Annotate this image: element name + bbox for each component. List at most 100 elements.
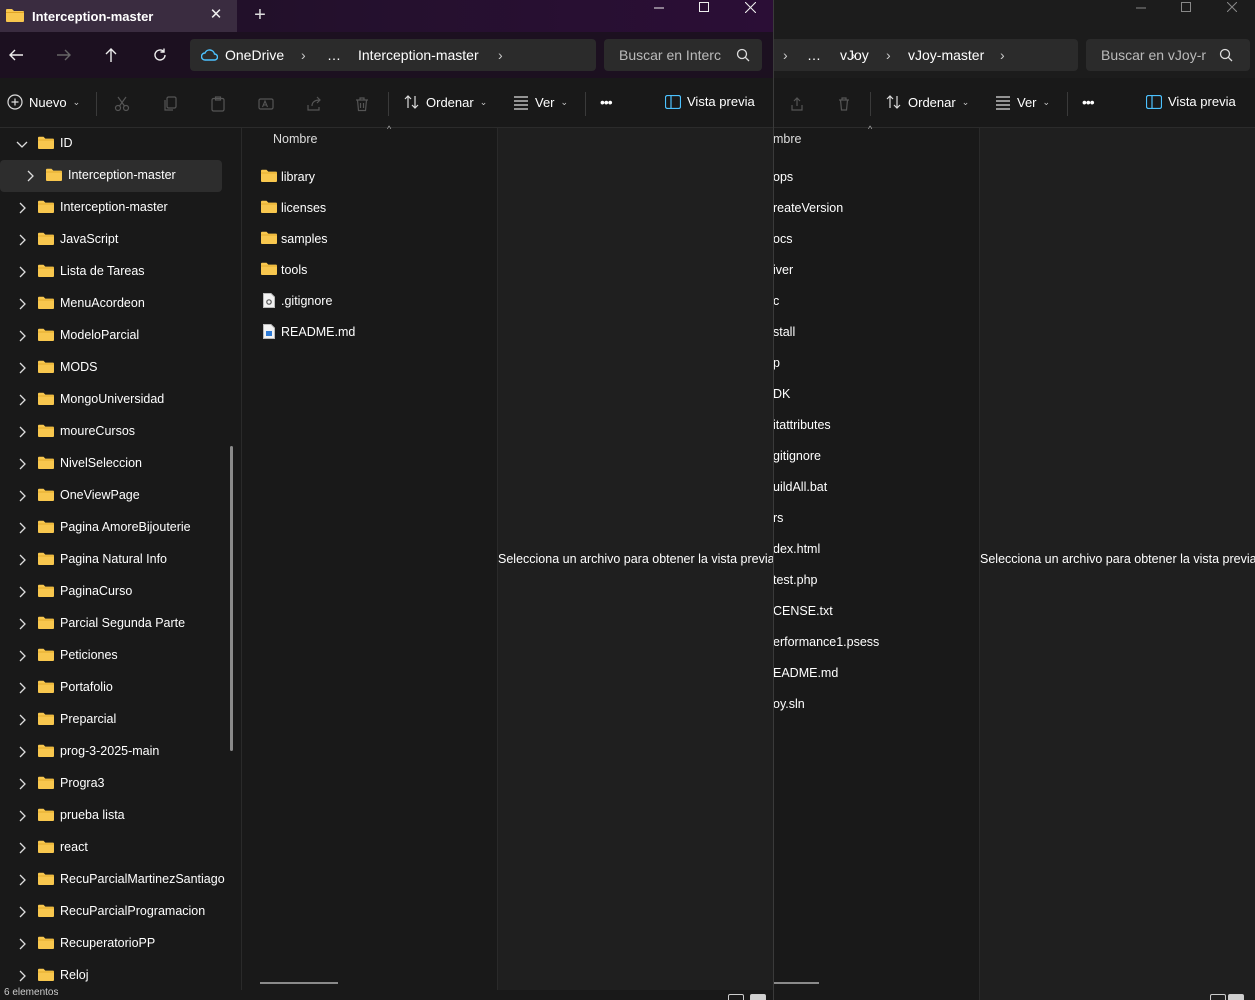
tiles-view-icon[interactable] [750, 994, 766, 1000]
chevron-right-icon[interactable] [23, 169, 37, 183]
back-sort-button[interactable]: Ordenar ⌄ [886, 94, 969, 110]
search-input[interactable]: Buscar en Interc [604, 39, 762, 71]
more-options-button[interactable]: ••• [600, 94, 613, 110]
forward-arrow-icon[interactable] [52, 44, 76, 66]
chevron-right-icon[interactable] [15, 937, 29, 951]
chevron-right-icon[interactable] [15, 329, 29, 343]
sidebar-item-recuparcialprogramacion[interactable]: RecuParcialProgramacion [0, 896, 222, 928]
back-view-button[interactable]: Ver ⌄ [995, 94, 1050, 110]
view-button[interactable]: Ver ⌄ [513, 94, 568, 110]
chevron-right-icon[interactable] [15, 745, 29, 759]
sidebar-item-prueba-lista[interactable]: prueba lista [0, 800, 222, 832]
back-file-row[interactable]: erformance1.psess [773, 628, 973, 659]
tab-interception-master[interactable]: Interception-master ✕ [0, 0, 237, 32]
close-tab-icon[interactable]: ✕ [207, 6, 225, 24]
sidebar-item-modeloparcial[interactable]: ModeloParcial [0, 320, 222, 352]
chevron-right-icon[interactable] [15, 713, 29, 727]
sidebar-item-nivelseleccion[interactable]: NivelSeleccion [0, 448, 222, 480]
up-arrow-icon[interactable] [99, 44, 123, 66]
chevron-right-icon[interactable] [15, 393, 29, 407]
back-address-bar[interactable]: › … › vJoy › vJoy-master › [773, 39, 1078, 71]
back-more-options-button[interactable]: ••• [1082, 94, 1095, 110]
back-file-row[interactable]: p [773, 349, 973, 380]
sidebar-item-recuperatoriopp[interactable]: RecuperatorioPP [0, 928, 222, 960]
chevron-right-icon[interactable] [15, 457, 29, 471]
address-bar[interactable]: OneDrive › … Interception-master › [190, 39, 596, 71]
chevron-right-icon[interactable] [15, 585, 29, 599]
back-horizontal-scrollbar[interactable] [773, 982, 819, 984]
back-file-row[interactable]: stall [773, 318, 973, 349]
chevron-right-icon[interactable] [15, 489, 29, 503]
back-file-row[interactable]: CENSE.txt [773, 597, 973, 628]
sidebar-item-react[interactable]: react [0, 832, 222, 864]
back-maximize-button[interactable] [1163, 0, 1209, 14]
chevron-right-icon[interactable] [15, 425, 29, 439]
chevron-right-icon[interactable] [15, 969, 29, 983]
chevron-right-icon[interactable] [15, 681, 29, 695]
chevron-right-icon[interactable] [15, 297, 29, 311]
file-row[interactable]: library [260, 163, 490, 194]
sidebar-item-progra3[interactable]: Progra3 [0, 768, 222, 800]
back-file-row[interactable]: c [773, 287, 973, 318]
back-file-row[interactable]: ocs [773, 225, 973, 256]
back-file-row[interactable]: uildAll.bat [773, 473, 973, 504]
chevron-right-icon[interactable] [15, 905, 29, 919]
sidebar-item-mongouniversidad[interactable]: MongoUniversidad [0, 384, 222, 416]
sidebar-item-lista-de-tareas[interactable]: Lista de Tareas [0, 256, 222, 288]
chevron-right-icon[interactable] [15, 265, 29, 279]
chevron-down-icon[interactable] [15, 137, 29, 151]
new-button[interactable]: Nuevo ⌄ [7, 94, 80, 110]
cut-icon[interactable] [112, 94, 132, 114]
sidebar-item-pagina-natural-info[interactable]: Pagina Natural Info [0, 544, 222, 576]
back-file-row[interactable]: gitignore [773, 442, 973, 473]
close-button[interactable] [727, 0, 773, 14]
chevron-right-icon[interactable] [15, 233, 29, 247]
copy-icon[interactable] [160, 94, 180, 114]
chevron-right-icon[interactable] [15, 873, 29, 887]
back-file-row[interactable]: DK [773, 380, 973, 411]
sidebar-item-recuparcialmartinezsantiago[interactable]: RecuParcialMartinezSantiago [0, 864, 225, 896]
sidebar-item-pagina-amorebijouterie[interactable]: Pagina AmoreBijouterie [0, 512, 222, 544]
file-row[interactable]: samples [260, 225, 490, 256]
back-preview-pane-button[interactable]: Vista previa [1146, 94, 1236, 109]
minimize-button[interactable] [636, 0, 682, 14]
back-file-row[interactable]: test.php [773, 566, 973, 597]
sidebar-item-id[interactable]: ID [0, 128, 222, 160]
chevron-right-icon[interactable] [15, 617, 29, 631]
breadcrumb-ellipsis[interactable]: … [327, 47, 342, 63]
share-icon[interactable] [304, 94, 324, 114]
back-file-row[interactable]: iver [773, 256, 973, 287]
chevron-right-icon[interactable] [15, 777, 29, 791]
preview-pane-button[interactable]: Vista previa [665, 94, 755, 109]
back-file-row[interactable]: dex.html [773, 535, 973, 566]
sidebar-item-menuacordeon[interactable]: MenuAcordeon [0, 288, 222, 320]
sidebar-item-preparcial[interactable]: Preparcial [0, 704, 222, 736]
sidebar-item-mods[interactable]: MODS [0, 352, 222, 384]
sidebar-item-prog-3-2025-main[interactable]: prog-3-2025-main [0, 736, 222, 768]
column-name-header[interactable]: Nombre [273, 132, 317, 146]
maximize-button[interactable] [681, 0, 727, 14]
back-arrow-icon[interactable] [4, 44, 28, 66]
file-row[interactable]: .gitignore [260, 287, 490, 318]
chevron-right-icon[interactable] [15, 649, 29, 663]
refresh-icon[interactable] [148, 44, 172, 66]
back-file-row[interactable]: reateVersion [773, 194, 973, 225]
sidebar-item-javascript[interactable]: JavaScript [0, 224, 222, 256]
back-breadcrumb-vjoy[interactable]: vJoy [840, 47, 869, 63]
navigation-scrollbar[interactable] [230, 446, 233, 751]
tiles-view-icon[interactable] [1228, 994, 1244, 1000]
chevron-right-icon[interactable] [15, 521, 29, 535]
details-view-icon[interactable] [1210, 994, 1226, 1000]
file-row[interactable]: licenses [260, 194, 490, 225]
share-icon[interactable] [787, 94, 807, 114]
chevron-right-icon[interactable] [15, 841, 29, 855]
chevron-right-icon[interactable] [15, 809, 29, 823]
back-close-button[interactable] [1209, 0, 1255, 14]
back-search-input[interactable]: Buscar en vJoy-r [1086, 39, 1250, 71]
back-minimize-button[interactable] [1118, 0, 1164, 14]
horizontal-scrollbar[interactable] [260, 982, 338, 984]
sidebar-item-interception-master[interactable]: Interception-master [0, 192, 222, 224]
chevron-right-icon[interactable] [15, 553, 29, 567]
sidebar-item-parcial-segunda-parte[interactable]: Parcial Segunda Parte [0, 608, 222, 640]
breadcrumb-interception-master[interactable]: Interception-master [358, 47, 479, 63]
